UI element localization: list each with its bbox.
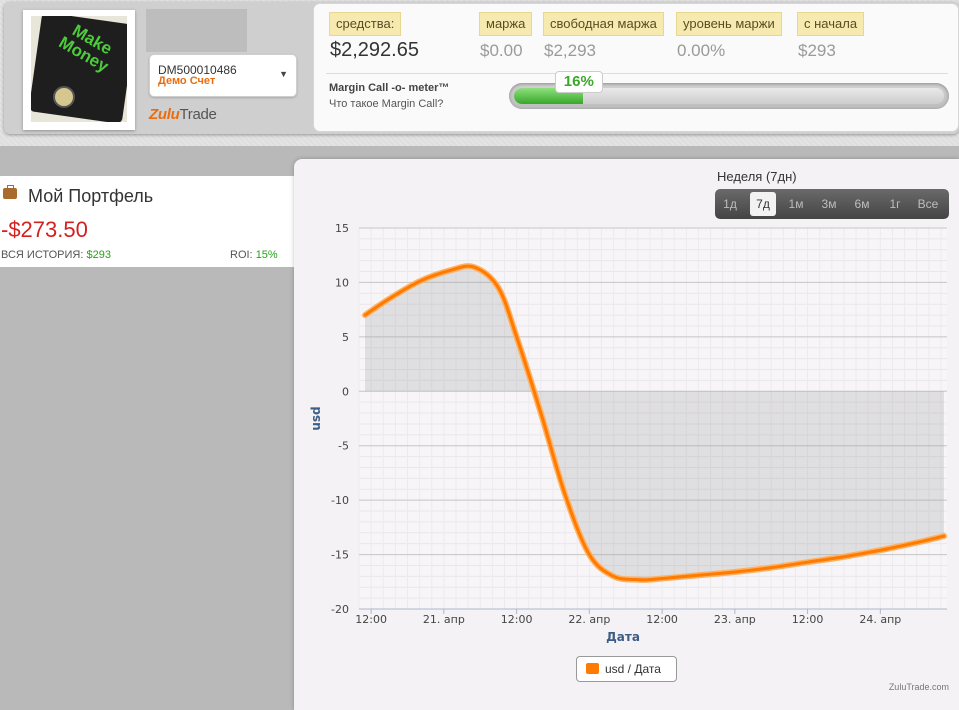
history-value: $293 bbox=[86, 249, 111, 261]
roi-value: 15% bbox=[255, 249, 278, 261]
x-tick-label: 24. апр bbox=[859, 613, 901, 626]
top-bar: Make Money DM500010486 Демо Счет ▼ ZuluT… bbox=[0, 0, 959, 146]
portfolio-title: Мой Портфель bbox=[28, 186, 154, 206]
stat-margin-level-label: уровень маржи bbox=[676, 12, 782, 36]
x-axis-title: Дата bbox=[606, 630, 640, 644]
divider bbox=[326, 73, 948, 74]
stat-since-start-value: $293 bbox=[798, 41, 836, 60]
logo-part-zulu: Zulu bbox=[149, 106, 180, 123]
portfolio-history: ВСЯ ИСТОРИЯ: $293 bbox=[1, 249, 111, 261]
history-label: ВСЯ ИСТОРИЯ: bbox=[1, 249, 84, 261]
portfolio-value: -$273.50 bbox=[1, 217, 88, 242]
y-axis-title: usd bbox=[309, 406, 323, 430]
briefcase-icon bbox=[3, 185, 17, 199]
portfolio-card[interactable]: Мой Портфель -$273.50 ВСЯ ИСТОРИЯ: $293 … bbox=[0, 176, 294, 267]
x-tick-label: 12:00 bbox=[355, 613, 387, 626]
stat-margin-level-value: 0.00% bbox=[677, 41, 726, 60]
margin-call-meter: 16% bbox=[509, 71, 949, 109]
logo-part-trade: Trade bbox=[179, 106, 217, 123]
y-tick-label: -5 bbox=[338, 440, 349, 453]
x-tick-label: 21. апр bbox=[423, 613, 465, 626]
chart-legend[interactable]: usd / Дата bbox=[576, 656, 677, 682]
x-tick-label: 12:00 bbox=[792, 613, 824, 626]
x-tick-label: 23. апр bbox=[714, 613, 756, 626]
stat-margin-value: $0.00 bbox=[480, 41, 523, 60]
y-tick-label: 15 bbox=[335, 222, 349, 235]
margin-call-help-link[interactable]: Что такое Margin Call? bbox=[329, 98, 443, 110]
y-tick-label: 5 bbox=[342, 331, 349, 344]
avatar-image: Make Money bbox=[31, 16, 127, 122]
account-stats-panel: средства: $2,292.65 маржа $0.00 свободна… bbox=[313, 3, 959, 132]
y-tick-label: 10 bbox=[335, 276, 349, 289]
y-tick-label: 0 bbox=[342, 385, 349, 398]
stat-margin-label: маржа bbox=[479, 12, 533, 36]
x-tick-label: 12:00 bbox=[646, 613, 678, 626]
stat-since-start-label: с начала bbox=[797, 12, 865, 36]
meter-percent: 16% bbox=[554, 71, 603, 93]
stat-free-margin-label: свободная маржа bbox=[543, 12, 664, 36]
x-tick-label: 12:00 bbox=[501, 613, 533, 626]
x-tick-label: 22. апр bbox=[568, 613, 610, 626]
zulutrade-logo[interactable]: ZuluTrade bbox=[149, 106, 217, 123]
portfolio-chart: 15 10 5 0 -5 -10 -15 -20 12:00 21. апр 12:00 22. ап… bbox=[309, 222, 947, 644]
y-tick-label: -15 bbox=[331, 549, 349, 562]
legend-swatch bbox=[586, 663, 599, 674]
stat-equity-value: $2,292.65 bbox=[330, 39, 419, 61]
stat-free-margin-value: $2,293 bbox=[544, 41, 596, 60]
chevron-down-icon: ▼ bbox=[279, 69, 288, 79]
y-tick-label: -20 bbox=[331, 603, 349, 616]
stat-equity-label: средства: bbox=[329, 12, 402, 36]
portfolio-roi: ROI: 15% bbox=[230, 249, 278, 261]
switch-icon bbox=[53, 86, 75, 108]
chart-panel: Неделя (7дн) 1д 7д 1м 3м 6м 1г Все 15 10 5 0 -5 -10… bbox=[294, 159, 959, 710]
username-placeholder bbox=[146, 9, 247, 52]
avatar[interactable]: Make Money bbox=[23, 10, 135, 130]
account-type: Демо Счет bbox=[158, 75, 216, 87]
y-tick-label: -10 bbox=[331, 494, 349, 507]
margin-call-title: Margin Call -o- meter™ bbox=[329, 82, 450, 94]
roi-label: ROI: bbox=[230, 249, 253, 261]
legend-series-label: usd / Дата bbox=[605, 662, 661, 676]
account-selector[interactable]: DM500010486 Демо Счет ▼ bbox=[149, 54, 297, 97]
chart-credit[interactable]: ZuluTrade.com bbox=[889, 682, 949, 692]
